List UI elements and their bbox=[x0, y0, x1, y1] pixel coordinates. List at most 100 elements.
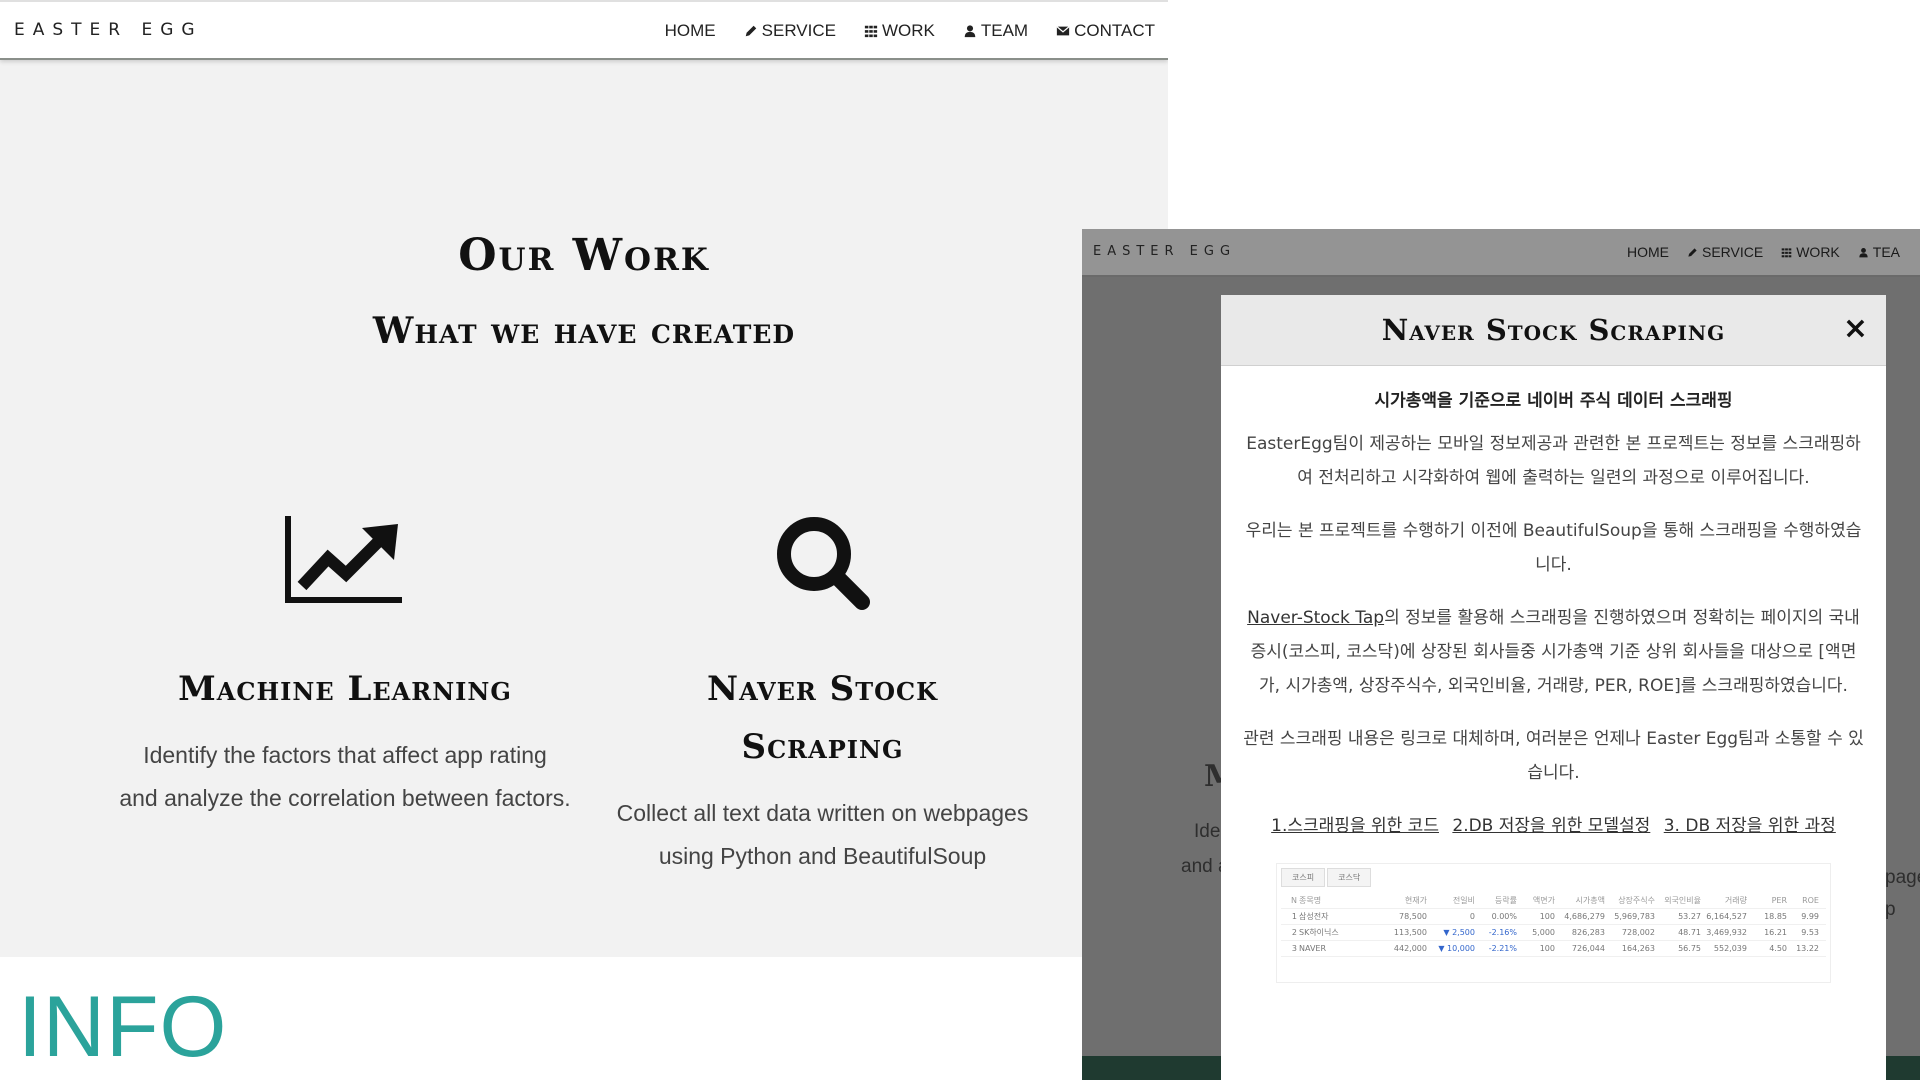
work-card-naver-stock[interactable]: Naver Stock Scraping Collect all text da… bbox=[600, 660, 1045, 878]
card-description: Collect all text data written on webpage… bbox=[600, 792, 1045, 878]
chart-line-icon bbox=[285, 516, 402, 603]
background-text-fragment: p bbox=[1885, 899, 1896, 920]
table-cell: -2.16% bbox=[1488, 928, 1517, 937]
table-cell: 4,686,279 bbox=[1564, 912, 1605, 921]
table-header-cell: PER bbox=[1771, 896, 1787, 905]
table-row: 2 SK하이닉스 113,500 ▼ 2,500 -2.16% 5,000 82… bbox=[1281, 925, 1826, 941]
envelope-icon bbox=[1056, 26, 1070, 36]
modal-header: Naver Stock Scraping × bbox=[1221, 295, 1886, 366]
table-cell: 78,500 bbox=[1399, 912, 1427, 921]
naver-stock-link[interactable]: Naver-Stock Tap bbox=[1247, 608, 1384, 628]
table-header-cell: 종목명 bbox=[1299, 896, 1322, 905]
project-modal: Naver Stock Scraping × 시가총액을 기준으로 네이버 주식… bbox=[1221, 295, 1886, 1080]
card-title-line: Scraping bbox=[741, 727, 904, 767]
table-cell: 4.50 bbox=[1769, 944, 1787, 953]
table-cell: 9.99 bbox=[1801, 912, 1819, 921]
close-icon[interactable]: × bbox=[1843, 311, 1868, 346]
nav-home-label: HOME bbox=[664, 21, 716, 40]
user-icon bbox=[1859, 247, 1868, 257]
modal-subtitle: 시가총액을 기준으로 네이버 주식 데이터 스크래핑 bbox=[1374, 391, 1733, 411]
table-cell: 18.85 bbox=[1764, 912, 1787, 921]
nav-service: SERVICE bbox=[1687, 244, 1763, 260]
table-cell: 164,263 bbox=[1621, 944, 1655, 953]
table-cell: 1 bbox=[1291, 912, 1297, 921]
table-header-cell: ROE bbox=[1802, 896, 1819, 905]
nav-work-label: WORK bbox=[881, 21, 935, 40]
table-header-cell: 전일비 bbox=[1452, 896, 1475, 905]
db-model-link[interactable]: 2.DB 저장을 위한 모델설정 bbox=[1452, 816, 1650, 836]
table-cell: NAVER bbox=[1299, 944, 1327, 953]
table-cell: 56.75 bbox=[1678, 944, 1701, 953]
table-cell: 3 bbox=[1291, 944, 1297, 953]
nav-team-label: TEA bbox=[1872, 244, 1901, 260]
table-cell: 5,000 bbox=[1532, 928, 1555, 937]
nav-work[interactable]: WORK bbox=[864, 21, 935, 41]
grid-icon bbox=[1781, 247, 1792, 257]
pencil-icon bbox=[745, 25, 756, 37]
table-header-cell: 시가총액 bbox=[1575, 896, 1605, 905]
info-heading: INFO bbox=[18, 979, 228, 1075]
table-cell: 13.22 bbox=[1796, 944, 1819, 953]
card-desc-line: Collect all text data written on webpage… bbox=[616, 800, 1029, 826]
nav-menu: HOME SERVICE WORK TEAM CONTACT bbox=[665, 21, 1155, 41]
work-card-machine-learning[interactable]: Machine Learning Identify the factors th… bbox=[110, 660, 580, 820]
table-cell: 3,469,932 bbox=[1706, 928, 1747, 937]
pencil-icon bbox=[1688, 247, 1697, 257]
scraping-code-link[interactable]: 1.스크래핑을 위한 코드 bbox=[1271, 816, 1439, 836]
nav-team[interactable]: TEAM bbox=[963, 21, 1028, 41]
modal-view: EASTER EGG HOME SERVICE WORK TEA M Ide a… bbox=[1082, 229, 1920, 1080]
table-cell: 6,164,527 bbox=[1706, 912, 1747, 921]
nav-work-label: WORK bbox=[1796, 244, 1840, 260]
card-title: Machine Learning bbox=[178, 669, 512, 709]
table-header-cell: 거래량 bbox=[1724, 896, 1747, 905]
card-desc-line: using Python and BeautifulSoup bbox=[658, 843, 987, 869]
table-tab-kospi: 코스피 bbox=[1281, 868, 1326, 887]
nav-contact[interactable]: CONTACT bbox=[1056, 21, 1155, 41]
table-cell: 826,283 bbox=[1571, 928, 1605, 937]
modal-title: Naver Stock Scraping bbox=[1381, 313, 1726, 347]
table-cell: 48.71 bbox=[1678, 928, 1701, 937]
modal-body: 시가총액을 기준으로 네이버 주식 데이터 스크래핑 EasterEgg팀이 제… bbox=[1221, 366, 1886, 983]
table-tab-kosdaq: 코스닥 bbox=[1327, 868, 1372, 887]
table-cell: 53.27 bbox=[1678, 912, 1701, 921]
table-cell: 0 bbox=[1469, 912, 1475, 921]
section-title: Our Work bbox=[458, 230, 710, 281]
modal-paragraph: 우리는 본 프로젝트를 수행하기 이전에 BeautifulSoup을 통해 스… bbox=[1245, 521, 1862, 575]
table-header-cell: N bbox=[1291, 896, 1297, 905]
resource-links: 1.스크래핑을 위한 코드 2.DB 저장을 위한 모델설정 3. DB 저장을… bbox=[1243, 809, 1864, 843]
brand-logo: EASTER EGG bbox=[1093, 244, 1237, 259]
card-title: Naver Stock Scraping bbox=[600, 660, 1045, 776]
user-icon bbox=[964, 25, 976, 38]
table-cell: -2.21% bbox=[1488, 944, 1517, 953]
db-process-link[interactable]: 3. DB 저장을 위한 과정 bbox=[1664, 816, 1836, 836]
table-cell: 113,500 bbox=[1393, 928, 1427, 937]
grid-icon bbox=[864, 25, 878, 38]
table-cell: ▼ 2,500 bbox=[1443, 928, 1475, 937]
table-cell: 5,969,783 bbox=[1614, 912, 1655, 921]
top-navbar: EASTER EGG HOME SERVICE WORK TEAM CONTAC… bbox=[0, 0, 1168, 60]
background-text-fragment: Ide bbox=[1194, 821, 1221, 842]
table-header-cell: 등락률 bbox=[1494, 896, 1517, 905]
card-desc-line: Identify the factors that affect app rat… bbox=[143, 742, 547, 768]
table-cell: SK하이닉스 bbox=[1299, 928, 1339, 937]
nav-home[interactable]: HOME bbox=[665, 21, 716, 41]
table-cell: 9.53 bbox=[1801, 928, 1819, 937]
brand-logo[interactable]: EASTER EGG bbox=[14, 20, 203, 40]
modal-paragraph: Naver-Stock Tap의 정보를 활용해 스크래핑을 진행하였으며 정확… bbox=[1243, 601, 1864, 703]
background-text-fragment: page bbox=[1885, 867, 1920, 888]
section-subtitle: What we have created bbox=[372, 310, 796, 352]
table-tabs: 코스피 코스닥 bbox=[1281, 868, 1826, 887]
table-cell: 552,039 bbox=[1713, 944, 1747, 953]
nav-home: HOME bbox=[1627, 244, 1669, 260]
search-icon bbox=[777, 517, 870, 610]
table-cell: 100 bbox=[1539, 912, 1555, 921]
nav-service[interactable]: SERVICE bbox=[744, 21, 836, 41]
screenshot-stage: EASTER EGG HOME SERVICE WORK TEAM CONTAC… bbox=[0, 0, 1920, 1080]
nav-team-label: TEAM bbox=[980, 21, 1029, 40]
table-cell: ▼ 10,000 bbox=[1438, 944, 1475, 953]
table-cell: 2 bbox=[1291, 928, 1297, 937]
table-header-cell: 현재가 bbox=[1404, 896, 1427, 905]
table-header-cell: 액면가 bbox=[1532, 896, 1555, 905]
nav-service-label: SERVICE bbox=[1702, 244, 1764, 260]
card-desc-line: and analyze the correlation between fact… bbox=[119, 785, 571, 811]
